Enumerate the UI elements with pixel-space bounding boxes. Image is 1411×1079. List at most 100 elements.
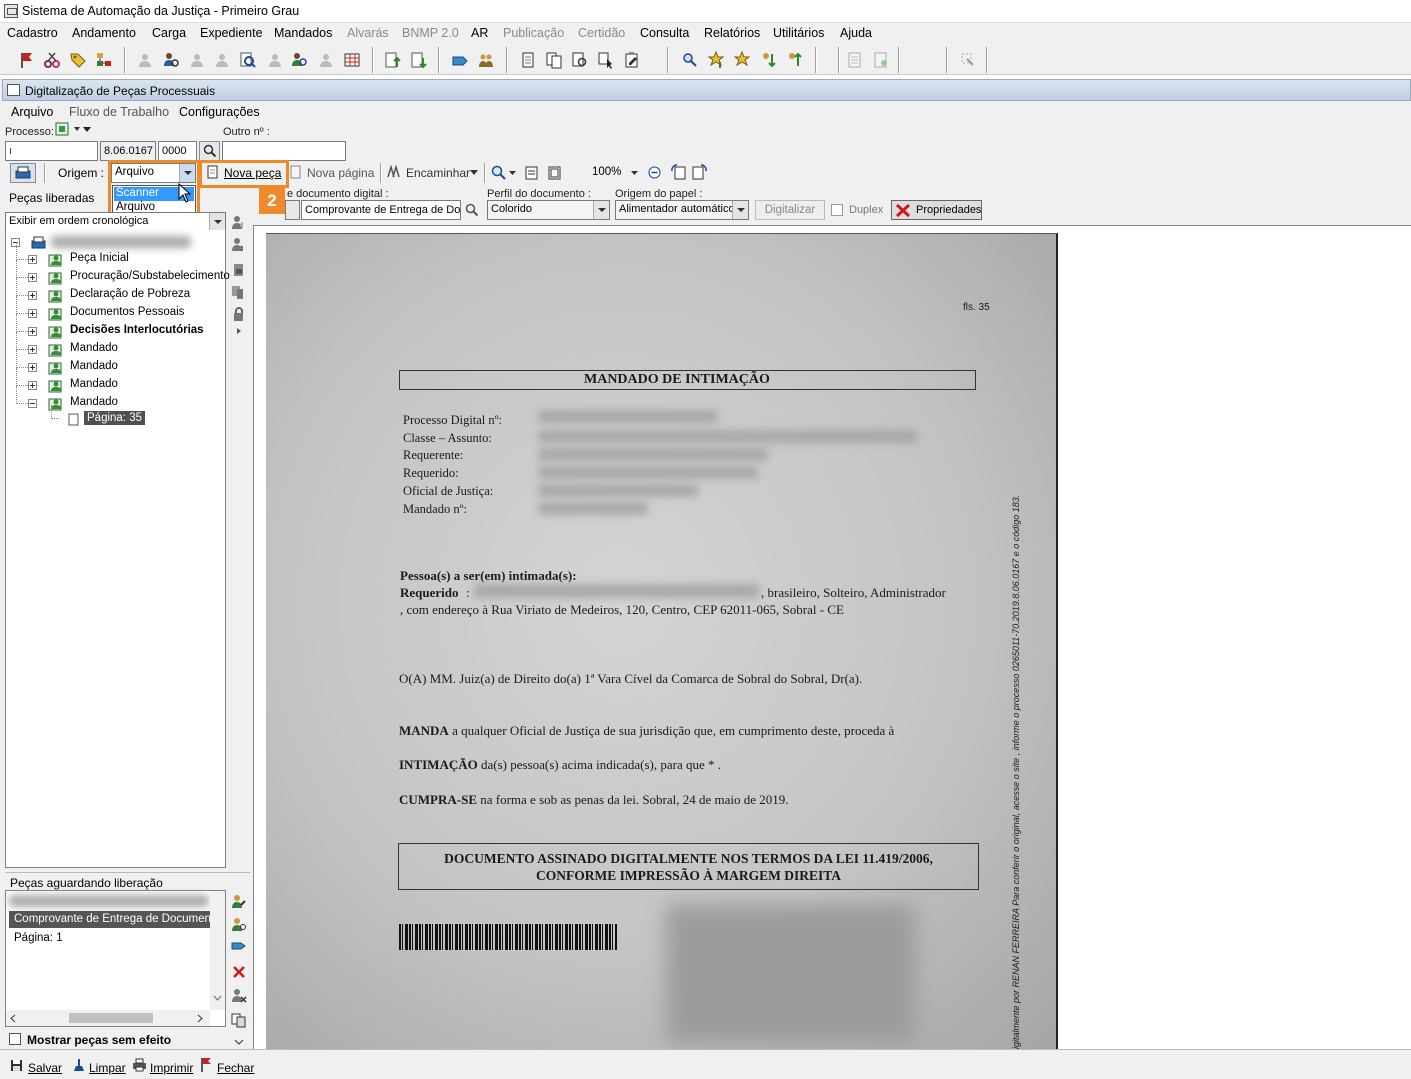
process-type-icon[interactable]: [55, 122, 71, 137]
salvar-button[interactable]: Salvar: [28, 1061, 62, 1075]
zoom-icon[interactable]: [491, 165, 506, 180]
scroll-right-icon[interactable]: [197, 1014, 203, 1023]
scroll-left-icon[interactable]: [10, 1014, 16, 1023]
menu-configuracoes[interactable]: Configurações: [179, 105, 260, 119]
save-icon[interactable]: [10, 1059, 23, 1072]
menu-ar[interactable]: AR: [471, 26, 488, 40]
clipboard-edit-icon[interactable]: [623, 51, 641, 69]
pointer-doc-icon[interactable]: [597, 51, 615, 69]
user-disabled-icon[interactable]: [317, 51, 335, 69]
origem-papel-select[interactable]: Alimentador automático: [615, 200, 749, 220]
doc-search-icon[interactable]: [571, 51, 589, 69]
encaminhar-button[interactable]: Encaminhar: [406, 166, 470, 180]
search-icon[interactable]: [465, 203, 479, 217]
user-group-search-icon[interactable]: [291, 51, 309, 69]
selected-page-label[interactable]: Página: 35: [84, 411, 145, 425]
menu-cadastro[interactable]: Cadastro: [7, 26, 58, 40]
outro-numero-field[interactable]: [222, 141, 346, 161]
search-processo-button[interactable]: [199, 141, 220, 161]
scroll-thumb[interactable]: [69, 1013, 153, 1023]
doc-disabled-icon[interactable]: [872, 51, 890, 69]
tipo-documento-code[interactable]: [285, 200, 300, 220]
perfil-documento-select[interactable]: Colorido: [487, 200, 610, 220]
caret-down-icon[interactable]: [470, 170, 478, 175]
menu-mandados[interactable]: Mandados: [274, 26, 332, 40]
network-icon[interactable]: [95, 51, 113, 69]
menu-fluxo-trabalho[interactable]: Fluxo de Trabalho: [69, 105, 169, 119]
zoom-select[interactable]: 100%: [590, 163, 642, 183]
expand-icon[interactable]: [28, 309, 37, 318]
table-icon[interactable]: [343, 51, 361, 69]
doc-arrow-down-icon[interactable]: [410, 51, 428, 69]
menu-expediente[interactable]: Expediente: [200, 26, 263, 40]
expand-icon[interactable]: [28, 273, 37, 282]
mostrar-pecas-checkbox[interactable]: [9, 1033, 21, 1045]
documents-icon[interactable]: [231, 1012, 247, 1028]
scanner-view-button[interactable]: [10, 163, 36, 183]
caret-down-icon[interactable]: [509, 171, 516, 175]
dropdown-arrows-icon[interactable]: [72, 124, 94, 136]
scroll-down-icon[interactable]: [213, 995, 222, 1001]
menu-andamento[interactable]: Andamento: [72, 26, 136, 40]
expand-icon[interactable]: [28, 345, 37, 354]
printer-icon[interactable]: [132, 1058, 147, 1072]
menu-relatorios[interactable]: Relatórios: [704, 26, 760, 40]
expand-icon[interactable]: [28, 327, 37, 336]
menu-ajuda[interactable]: Ajuda: [840, 26, 872, 40]
rotate-right-icon[interactable]: [692, 163, 708, 180]
document-viewer[interactable]: fls. 35 MANDADO DE INTIMAÇÃO Processo Di…: [253, 225, 1411, 1051]
fechar-button[interactable]: Fechar: [217, 1061, 254, 1075]
person-edit-icon[interactable]: [231, 893, 247, 909]
menu-carga[interactable]: Carga: [152, 26, 186, 40]
forward-icon[interactable]: [451, 51, 469, 69]
documents-icon[interactable]: [545, 51, 563, 69]
menu-alvaras[interactable]: Alvarás: [347, 26, 389, 40]
aguardando-item[interactable]: Comprovante de Entrega de Documento: [9, 911, 210, 928]
propriedades-button[interactable]: Propriedades: [891, 200, 982, 220]
horizontal-scrollbar[interactable]: [6, 1010, 210, 1026]
menu-bnmp[interactable]: BNMP 2.0: [402, 26, 459, 40]
tag-icon[interactable]: [69, 51, 87, 69]
duplex-checkbox[interactable]: [831, 204, 843, 216]
chevron-down-icon[interactable]: [732, 201, 748, 219]
menu-publicacao[interactable]: Publicação: [503, 26, 564, 40]
user-search-icon[interactable]: [162, 51, 180, 69]
caret-right-icon[interactable]: [236, 328, 242, 334]
user-disabled-icon[interactable]: [266, 51, 284, 69]
order-select[interactable]: Exibir em ordem cronológica: [5, 212, 226, 232]
delete-icon[interactable]: [232, 965, 246, 979]
arrow-up-person-icon[interactable]: [786, 51, 804, 69]
menu-utilitarios[interactable]: Utilitários: [773, 26, 824, 40]
person-search-icon[interactable]: [231, 916, 247, 932]
user-disabled-icon[interactable]: [136, 51, 154, 69]
rotate-left-icon[interactable]: [670, 163, 686, 180]
magnifier-doc-icon[interactable]: [239, 51, 257, 69]
expand-icon[interactable]: [28, 363, 37, 372]
star-down-icon[interactable]: [707, 51, 725, 69]
expand-icon[interactable]: [28, 291, 37, 300]
menu-arquivo[interactable]: Arquivo: [11, 105, 53, 119]
limpar-button[interactable]: Limpar: [89, 1061, 126, 1075]
expand-icon[interactable]: [28, 381, 37, 390]
processo-part2-field[interactable]: 8.06.0167: [100, 141, 156, 161]
fit-page-icon[interactable]: [548, 166, 561, 180]
doc-arrow-up-icon[interactable]: [384, 51, 402, 69]
menu-certidao[interactable]: Certidão: [578, 26, 625, 40]
pointer-disabled-icon[interactable]: [959, 51, 977, 69]
people-icon[interactable]: [477, 51, 495, 69]
arrow-down-person-icon[interactable]: [760, 51, 778, 69]
red-flag-icon[interactable]: [17, 51, 35, 69]
star-up-icon[interactable]: [733, 51, 751, 69]
document-icon[interactable]: [519, 51, 537, 69]
search-list-icon[interactable]: [681, 51, 699, 69]
doc-disabled-icon[interactable]: [846, 51, 864, 69]
user-disabled-icon[interactable]: [213, 51, 231, 69]
user-disabled-icon[interactable]: [188, 51, 206, 69]
menu-consulta[interactable]: Consulta: [640, 26, 689, 40]
imprimir-button[interactable]: Imprimir: [150, 1061, 193, 1075]
broom-icon[interactable]: [72, 1058, 86, 1072]
aguardando-page[interactable]: Página: 1: [14, 932, 63, 944]
tipo-documento-field[interactable]: Comprovante de Entrega de Doc: [301, 200, 461, 220]
fit-width-icon[interactable]: [525, 166, 538, 180]
processo-part3-field[interactable]: 0000: [158, 141, 197, 161]
